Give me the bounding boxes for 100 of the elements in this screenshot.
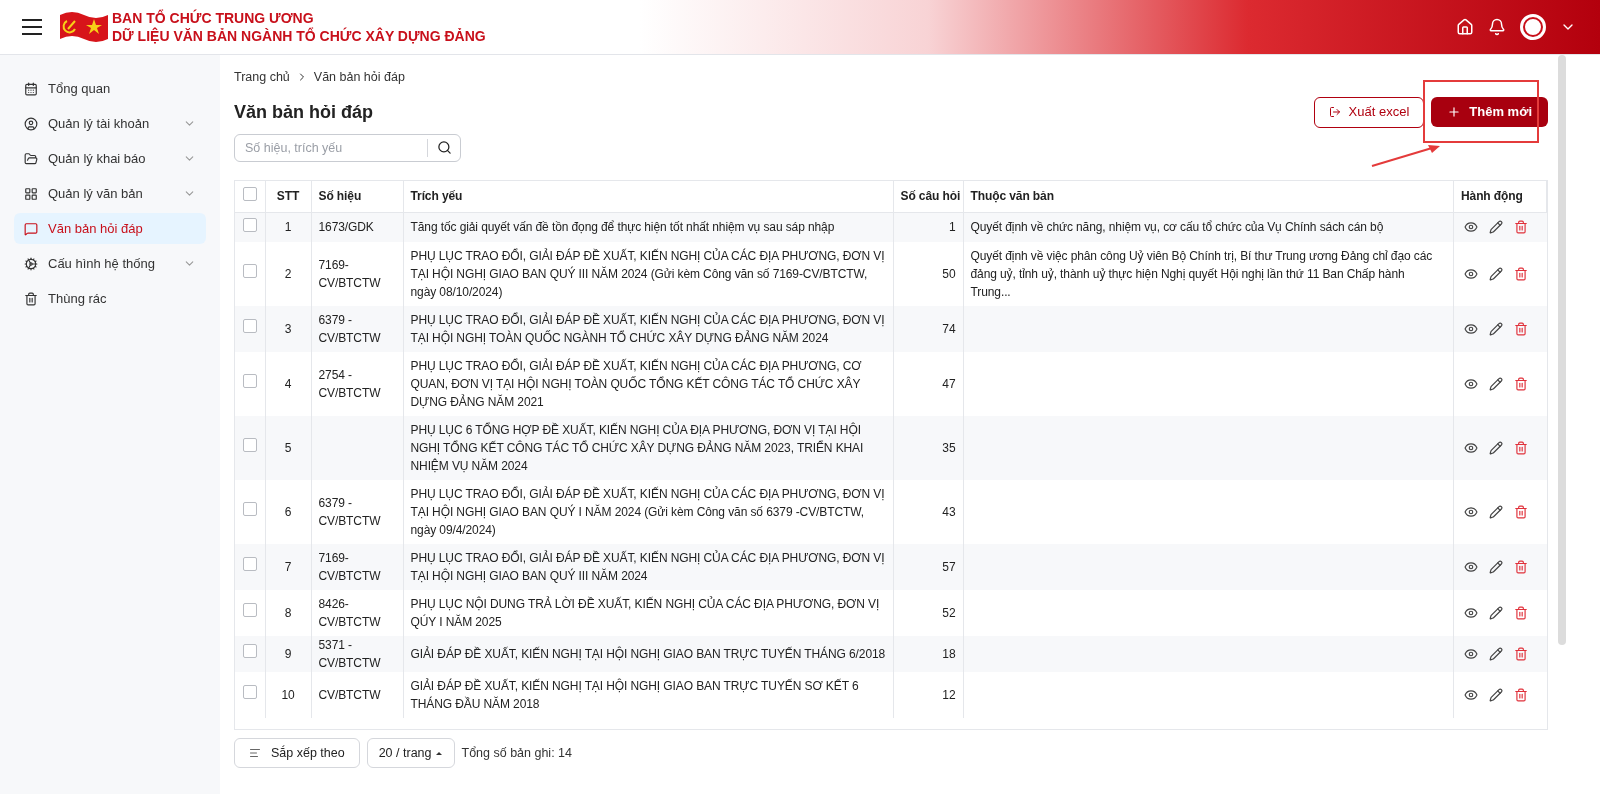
delete-icon[interactable] bbox=[1514, 376, 1528, 391]
edit-icon[interactable] bbox=[1489, 605, 1503, 620]
table-cell: 4 bbox=[265, 351, 311, 416]
table-cell: 52 bbox=[893, 589, 963, 636]
table-cell: 18 bbox=[893, 635, 963, 672]
table-cell: 50 bbox=[893, 241, 963, 306]
breadcrumb-link[interactable]: Trang chủ bbox=[234, 67, 290, 87]
sort-lines-icon bbox=[249, 747, 261, 759]
sidebar-item-icon bbox=[24, 81, 38, 96]
annotation-arrow bbox=[1370, 144, 1442, 168]
checkbox[interactable] bbox=[242, 644, 257, 658]
edit-icon[interactable] bbox=[1489, 266, 1503, 281]
checkbox[interactable] bbox=[242, 186, 257, 201]
table-cell: 7169-CV/BTCTW bbox=[311, 241, 403, 306]
view-icon[interactable] bbox=[1464, 605, 1478, 620]
table-cell: GIẢI ĐÁP ĐỀ XUẤT, KIẾN NGHỊ TẠI HỘI NGHỊ GIAO BAN TRỰC TUYẾN SƠ KẾT 6 THÁNG ĐẦU NĂM 2018 bbox=[403, 671, 893, 718]
table-cell: 5 bbox=[265, 415, 311, 480]
view-icon[interactable] bbox=[1464, 266, 1478, 281]
delete-icon[interactable] bbox=[1514, 646, 1528, 661]
delete-icon[interactable] bbox=[1514, 266, 1528, 281]
view-icon[interactable] bbox=[1464, 559, 1478, 574]
view-icon[interactable] bbox=[1464, 376, 1478, 391]
sidebar-item-icon bbox=[24, 256, 38, 271]
table-cell: 74 bbox=[893, 305, 963, 352]
table-cell: CV/BTCTW bbox=[311, 671, 403, 718]
edit-icon[interactable] bbox=[1489, 321, 1503, 336]
table-cell: 57 bbox=[893, 543, 963, 590]
table-cell: 35 bbox=[893, 415, 963, 480]
checkbox[interactable] bbox=[242, 217, 257, 232]
notification-bell-icon[interactable] bbox=[1488, 18, 1506, 36]
checkbox[interactable] bbox=[242, 685, 257, 699]
sidebar-item[interactable]: Tổng quan bbox=[14, 73, 206, 104]
column-header: Thuộc văn bản bbox=[963, 181, 1454, 212]
sort-button[interactable]: Sắp xếp theo bbox=[234, 738, 360, 768]
page-size-select[interactable]: 20 / trang bbox=[366, 738, 455, 768]
delete-icon[interactable] bbox=[1514, 440, 1528, 455]
menu-icon[interactable] bbox=[22, 19, 42, 35]
system-title: DỮ LIỆU VĂN BẢN NGÀNH TỔ CHỨC XÂY DỰNG ĐẢNG bbox=[112, 27, 486, 45]
table-cell: 43 bbox=[893, 479, 963, 544]
view-icon[interactable] bbox=[1464, 646, 1478, 661]
table-cell: 6 bbox=[265, 479, 311, 544]
delete-icon[interactable] bbox=[1514, 504, 1528, 519]
avatar-emblem-icon[interactable] bbox=[1520, 14, 1546, 40]
edit-icon[interactable] bbox=[1489, 220, 1503, 234]
checkbox[interactable] bbox=[242, 502, 257, 516]
edit-icon[interactable] bbox=[1489, 504, 1503, 519]
edit-icon[interactable] bbox=[1489, 687, 1503, 702]
table-cell: GIẢI ĐÁP ĐỀ XUẤT, KIẾN NGHỊ TẠI HỘI NGHỊ GIAO BAN TRỰC TUYẾN THÁNG 6/2018 bbox=[403, 635, 893, 672]
home-icon[interactable] bbox=[1456, 18, 1474, 36]
checkbox[interactable] bbox=[242, 603, 257, 617]
delete-icon[interactable] bbox=[1514, 321, 1528, 336]
checkbox[interactable] bbox=[242, 438, 257, 452]
edit-icon[interactable] bbox=[1489, 440, 1503, 455]
view-icon[interactable] bbox=[1464, 687, 1478, 702]
sidebar-item[interactable]: Quản lý tài khoản bbox=[14, 108, 206, 139]
plus-icon bbox=[1447, 105, 1462, 119]
edit-icon[interactable] bbox=[1489, 376, 1503, 391]
search-field[interactable]: Số hiệu, trích yếu bbox=[234, 134, 461, 162]
checkbox[interactable] bbox=[242, 264, 257, 278]
table-cell: 6379 - CV/BTCTW bbox=[311, 305, 403, 352]
total-records: Tổng số bản ghi: 14 bbox=[461, 744, 572, 762]
delete-icon[interactable] bbox=[1514, 559, 1528, 574]
table-cell: 10 bbox=[265, 671, 311, 718]
search-icon[interactable] bbox=[437, 140, 452, 155]
table-cell: 7 bbox=[265, 543, 311, 590]
table-cell: PHỤ LỤC TRAO ĐỔI, GIẢI ĐÁP ĐỀ XUẤT, KIẾN NGHỊ CỦA CÁC ĐỊA PHƯƠNG, CƠ QUAN, ĐƠN VỊ TẠI HỘI NGHỊ TOÀN QUỐC TỔNG KẾT CÔNG TÁC TỔ CHỨC XÂY DỰNG ĐẢNG NĂM 2021 bbox=[403, 351, 893, 416]
sidebar-item[interactable]: Quản lý khai báo bbox=[14, 143, 206, 174]
add-new-button[interactable]: Thêm mới bbox=[1431, 97, 1548, 127]
table-cell: 9 bbox=[265, 635, 311, 672]
sidebar-item-icon bbox=[24, 186, 38, 201]
sidebar-item-icon bbox=[24, 151, 38, 166]
breadcrumb-link[interactable]: Văn bản hỏi đáp bbox=[313, 67, 405, 87]
sidebar-item[interactable]: Văn bản hỏi đáp bbox=[14, 213, 206, 244]
table-cell: 7169-CV/BTCTW bbox=[311, 543, 403, 590]
edit-icon[interactable] bbox=[1489, 559, 1503, 574]
edit-icon[interactable] bbox=[1489, 646, 1503, 661]
delete-icon[interactable] bbox=[1514, 687, 1528, 702]
column-header: Trích yếu bbox=[403, 181, 893, 212]
table-cell: PHỤ LỤC TRAO ĐỔI, GIẢI ĐÁP ĐỀ XUẤT, KIẾN NGHỊ CỦA CÁC ĐỊA PHƯƠNG, ĐƠN VỊ TẠI HỘI NGHỊ TOÀN QUỐC NGÀNH TỔ CHỨC XÂY DỰNG ĐẢNG NĂM 2024 bbox=[403, 305, 893, 352]
sidebar-item[interactable]: Cấu hình hệ thống bbox=[14, 248, 206, 279]
sidebar-item[interactable]: Thùng rác bbox=[14, 283, 206, 314]
checkbox[interactable] bbox=[242, 374, 257, 388]
caret-icon bbox=[434, 750, 443, 756]
view-icon[interactable] bbox=[1464, 321, 1478, 336]
delete-icon[interactable] bbox=[1514, 605, 1528, 620]
checkbox[interactable] bbox=[242, 557, 257, 571]
column-header: Hành động bbox=[1453, 181, 1547, 212]
view-icon[interactable] bbox=[1464, 220, 1478, 234]
sidebar-item[interactable]: Quản lý văn bản bbox=[14, 178, 206, 209]
delete-icon[interactable] bbox=[1514, 220, 1528, 234]
column-header: Số câu hỏi bbox=[893, 181, 963, 212]
column-header: Số hiệu bbox=[311, 181, 403, 212]
export-excel-button[interactable]: Xuất excel bbox=[1313, 96, 1425, 128]
table-cell: PHỤ LỤC TRAO ĐỔI, GIẢI ĐÁP ĐỀ XUẤT, KIẾN NGHỊ CỦA CÁC ĐỊA PHƯƠNG, ĐƠN VỊ TẠI HỘI NGHỊ GIAO BAN QUÝ III NĂM 2024 (Gửi kèm Công văn số 7169-CV/BTCTW, ngày 08/10/2024) bbox=[403, 241, 893, 306]
table-cell: Tăng tốc giải quyết vấn đề tồn đọng để thực hiện tốt nhất nhiệm vụ sau sáp nhập bbox=[403, 212, 893, 242]
table-cell: 2754 - CV/BTCTW bbox=[311, 351, 403, 416]
view-icon[interactable] bbox=[1464, 440, 1478, 455]
checkbox[interactable] bbox=[242, 319, 257, 333]
view-icon[interactable] bbox=[1464, 504, 1478, 519]
table-cell: 5371 - CV/BTCTW bbox=[311, 635, 403, 672]
